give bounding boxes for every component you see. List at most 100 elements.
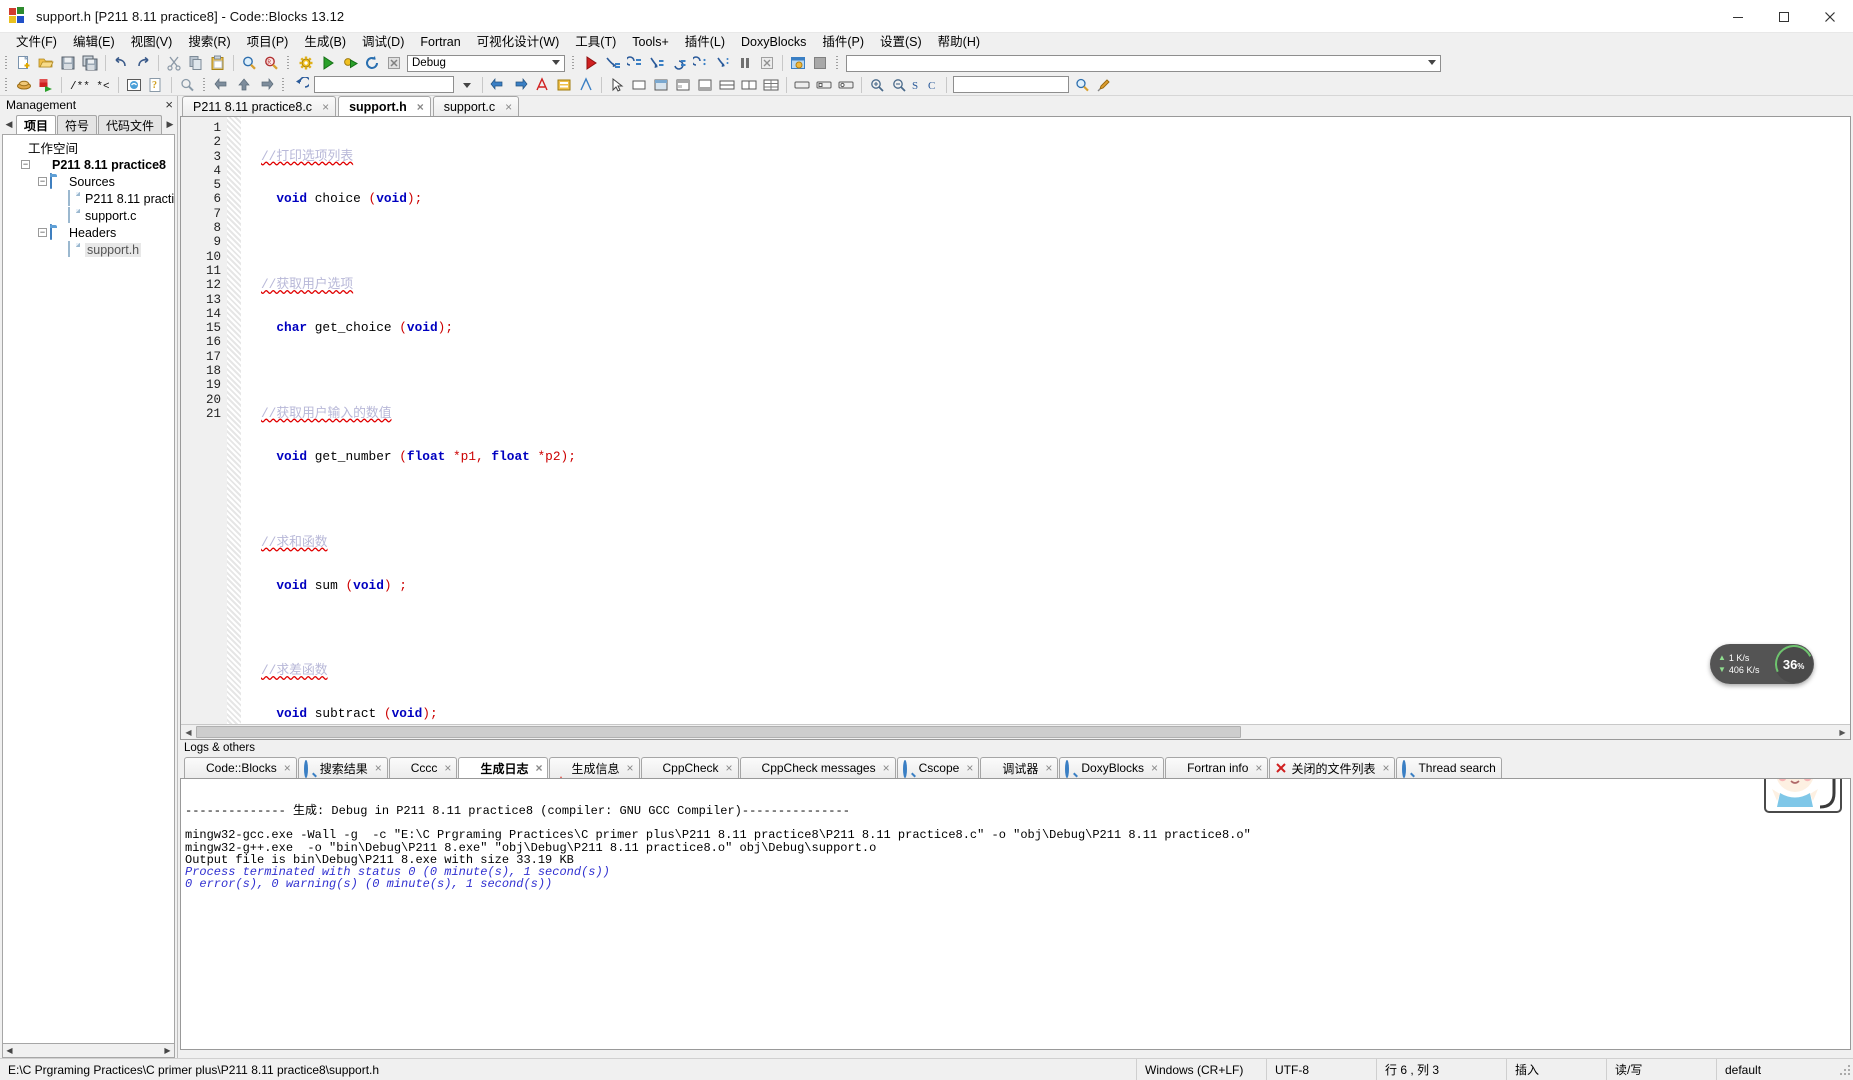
cut-icon[interactable]: [164, 54, 184, 73]
close-icon[interactable]: ×: [1151, 761, 1158, 775]
close-icon[interactable]: ×: [322, 100, 329, 114]
compiler-icon[interactable]: [14, 75, 34, 94]
insert-doc-icon[interactable]: [532, 75, 552, 94]
settings-doc-icon[interactable]: [576, 75, 596, 94]
tree-item-headers[interactable]: − Headers: [7, 224, 172, 241]
build-icon[interactable]: [296, 54, 316, 73]
editor-hscrollbar[interactable]: ◀ ▶: [181, 724, 1850, 739]
log-tab-codeblocks[interactable]: Code::Blocks ×: [184, 757, 297, 778]
save-all-icon[interactable]: [80, 54, 100, 73]
log-tab-build-log[interactable]: 生成日志 ×: [458, 757, 549, 778]
tab-symbols[interactable]: 符号: [57, 115, 97, 134]
log-tab-debugger[interactable]: 调试器 ×: [980, 757, 1059, 778]
find-icon[interactable]: [239, 54, 259, 73]
next-instruction-icon[interactable]: [691, 54, 711, 73]
close-icon[interactable]: ×: [505, 100, 512, 114]
resize-grip-icon[interactable]: [1837, 1062, 1853, 1078]
step-over-icon[interactable]: [647, 54, 667, 73]
checkbox-widget-icon[interactable]: [814, 75, 834, 94]
tree-item-sources[interactable]: − Sources: [7, 173, 172, 190]
close-icon[interactable]: ×: [726, 761, 733, 775]
menu-doxyblocks[interactable]: DoxyBlocks: [733, 33, 814, 52]
chevron-down-icon[interactable]: [457, 75, 477, 94]
fold-gutter[interactable]: [241, 117, 255, 724]
tab-projects[interactable]: 项目: [16, 115, 56, 134]
log-tab-doxyblocks[interactable]: DoxyBlocks ×: [1059, 757, 1165, 778]
help-icon[interactable]: ?: [146, 75, 166, 94]
log-tab-closed-files[interactable]: 关闭的文件列表 ×: [1269, 757, 1396, 778]
log-tab-cccc[interactable]: Cccc ×: [388, 757, 458, 778]
log-tab-thread-search[interactable]: Thread search: [1396, 757, 1502, 778]
toolbar-grip[interactable]: [280, 76, 287, 94]
editor-tab-support-c[interactable]: support.c ×: [432, 96, 520, 116]
menu-fortran[interactable]: Fortran: [412, 33, 468, 52]
menu-settings[interactable]: 设置(S): [872, 33, 930, 52]
break-debugger-icon[interactable]: [735, 54, 755, 73]
build-target-combo[interactable]: Debug: [407, 54, 565, 72]
build-log-output[interactable]: -------------- 生成: Debug in P211 8.11 pr…: [180, 778, 1851, 1050]
new-file-icon[interactable]: [14, 54, 34, 73]
scroll-right-icon[interactable]: ▶: [1835, 725, 1850, 739]
menu-wxsmith[interactable]: 可视化设计(W): [469, 33, 568, 52]
network-speed-widget[interactable]: ▲ 1 K/s ▼ 406 K/s 36%: [1710, 639, 1819, 689]
close-icon[interactable]: ×: [883, 761, 890, 775]
project-tree-panel[interactable]: 工作空间 − P211 8.11 practice8 − Sources P21…: [2, 134, 175, 1044]
close-icon[interactable]: ×: [375, 761, 382, 775]
pointer-icon[interactable]: [607, 75, 627, 94]
scroll-thumb[interactable]: [16, 1044, 161, 1057]
close-icon[interactable]: [1807, 0, 1853, 33]
close-icon[interactable]: ×: [1255, 761, 1262, 775]
back-icon[interactable]: [212, 75, 232, 94]
statusbar-icon[interactable]: [695, 75, 715, 94]
extract-doc-icon[interactable]: [554, 75, 574, 94]
step-out-icon[interactable]: [669, 54, 689, 73]
debug-continue-icon[interactable]: [581, 54, 601, 73]
menu-plugins-l[interactable]: 插件(L): [677, 33, 733, 52]
editor-tab-support-h[interactable]: support.h ×: [338, 96, 431, 116]
close-icon[interactable]: ×: [626, 761, 633, 775]
forward-icon[interactable]: [256, 75, 276, 94]
log-tab-fortran-info[interactable]: Fortran info ×: [1165, 757, 1269, 778]
scroll-right-icon[interactable]: ▶: [161, 1044, 174, 1057]
collapse-icon[interactable]: −: [38, 177, 47, 186]
menu-view[interactable]: 视图(V): [123, 33, 181, 52]
tree-item-file[interactable]: P211 8.11 practice8: [7, 190, 174, 207]
replace-icon[interactable]: R: [261, 54, 281, 73]
close-icon[interactable]: ×: [165, 97, 173, 112]
run-icon[interactable]: [318, 54, 338, 73]
toolbar-grip[interactable]: [570, 54, 577, 72]
tree-item-project[interactable]: − P211 8.11 practice8: [7, 156, 172, 173]
menu-project[interactable]: 项目(P): [239, 33, 297, 52]
menu-debug[interactable]: 调试(D): [354, 33, 412, 52]
various-info-icon[interactable]: [810, 54, 830, 73]
menu-plugins-p[interactable]: 插件(P): [814, 33, 872, 52]
open-file-icon[interactable]: [36, 54, 56, 73]
tree-item-file[interactable]: support.c: [7, 207, 172, 224]
log-tab-search-results[interactable]: 搜索结果 ×: [297, 757, 388, 778]
build-and-run-icon[interactable]: [340, 54, 360, 73]
prev-result-icon[interactable]: [488, 75, 508, 94]
frame-icon[interactable]: [629, 75, 649, 94]
collapse-icon[interactable]: −: [21, 160, 30, 169]
scroll-track[interactable]: [196, 725, 1835, 739]
comment-block-icon[interactable]: /** *<: [67, 75, 113, 94]
toolbar-grip[interactable]: [201, 76, 208, 94]
zoom-out-icon[interactable]: [889, 75, 909, 94]
radio-widget-icon[interactable]: [836, 75, 856, 94]
copy-icon[interactable]: [186, 54, 206, 73]
log-tab-cppcheck[interactable]: CppCheck ×: [640, 757, 739, 778]
match-case-icon[interactable]: S: [911, 75, 925, 94]
close-icon[interactable]: ×: [535, 761, 542, 775]
abort-icon[interactable]: [384, 54, 404, 73]
menu-search[interactable]: 搜索(R): [180, 33, 238, 52]
log-tab-cscope[interactable]: Cscope ×: [896, 757, 980, 778]
close-icon[interactable]: ×: [444, 761, 451, 775]
tabs-scroll-right-icon[interactable]: ▶: [163, 115, 177, 134]
up-icon[interactable]: [234, 75, 254, 94]
debugging-windows-icon[interactable]: [788, 54, 808, 73]
menu-file[interactable]: 文件(F): [8, 33, 65, 52]
close-icon[interactable]: ×: [417, 100, 424, 114]
tab-files[interactable]: 代码文件: [98, 115, 162, 134]
symbol-search-input[interactable]: [953, 76, 1069, 93]
editor-tab-practice8-c[interactable]: P211 8.11 practice8.c ×: [182, 96, 337, 116]
